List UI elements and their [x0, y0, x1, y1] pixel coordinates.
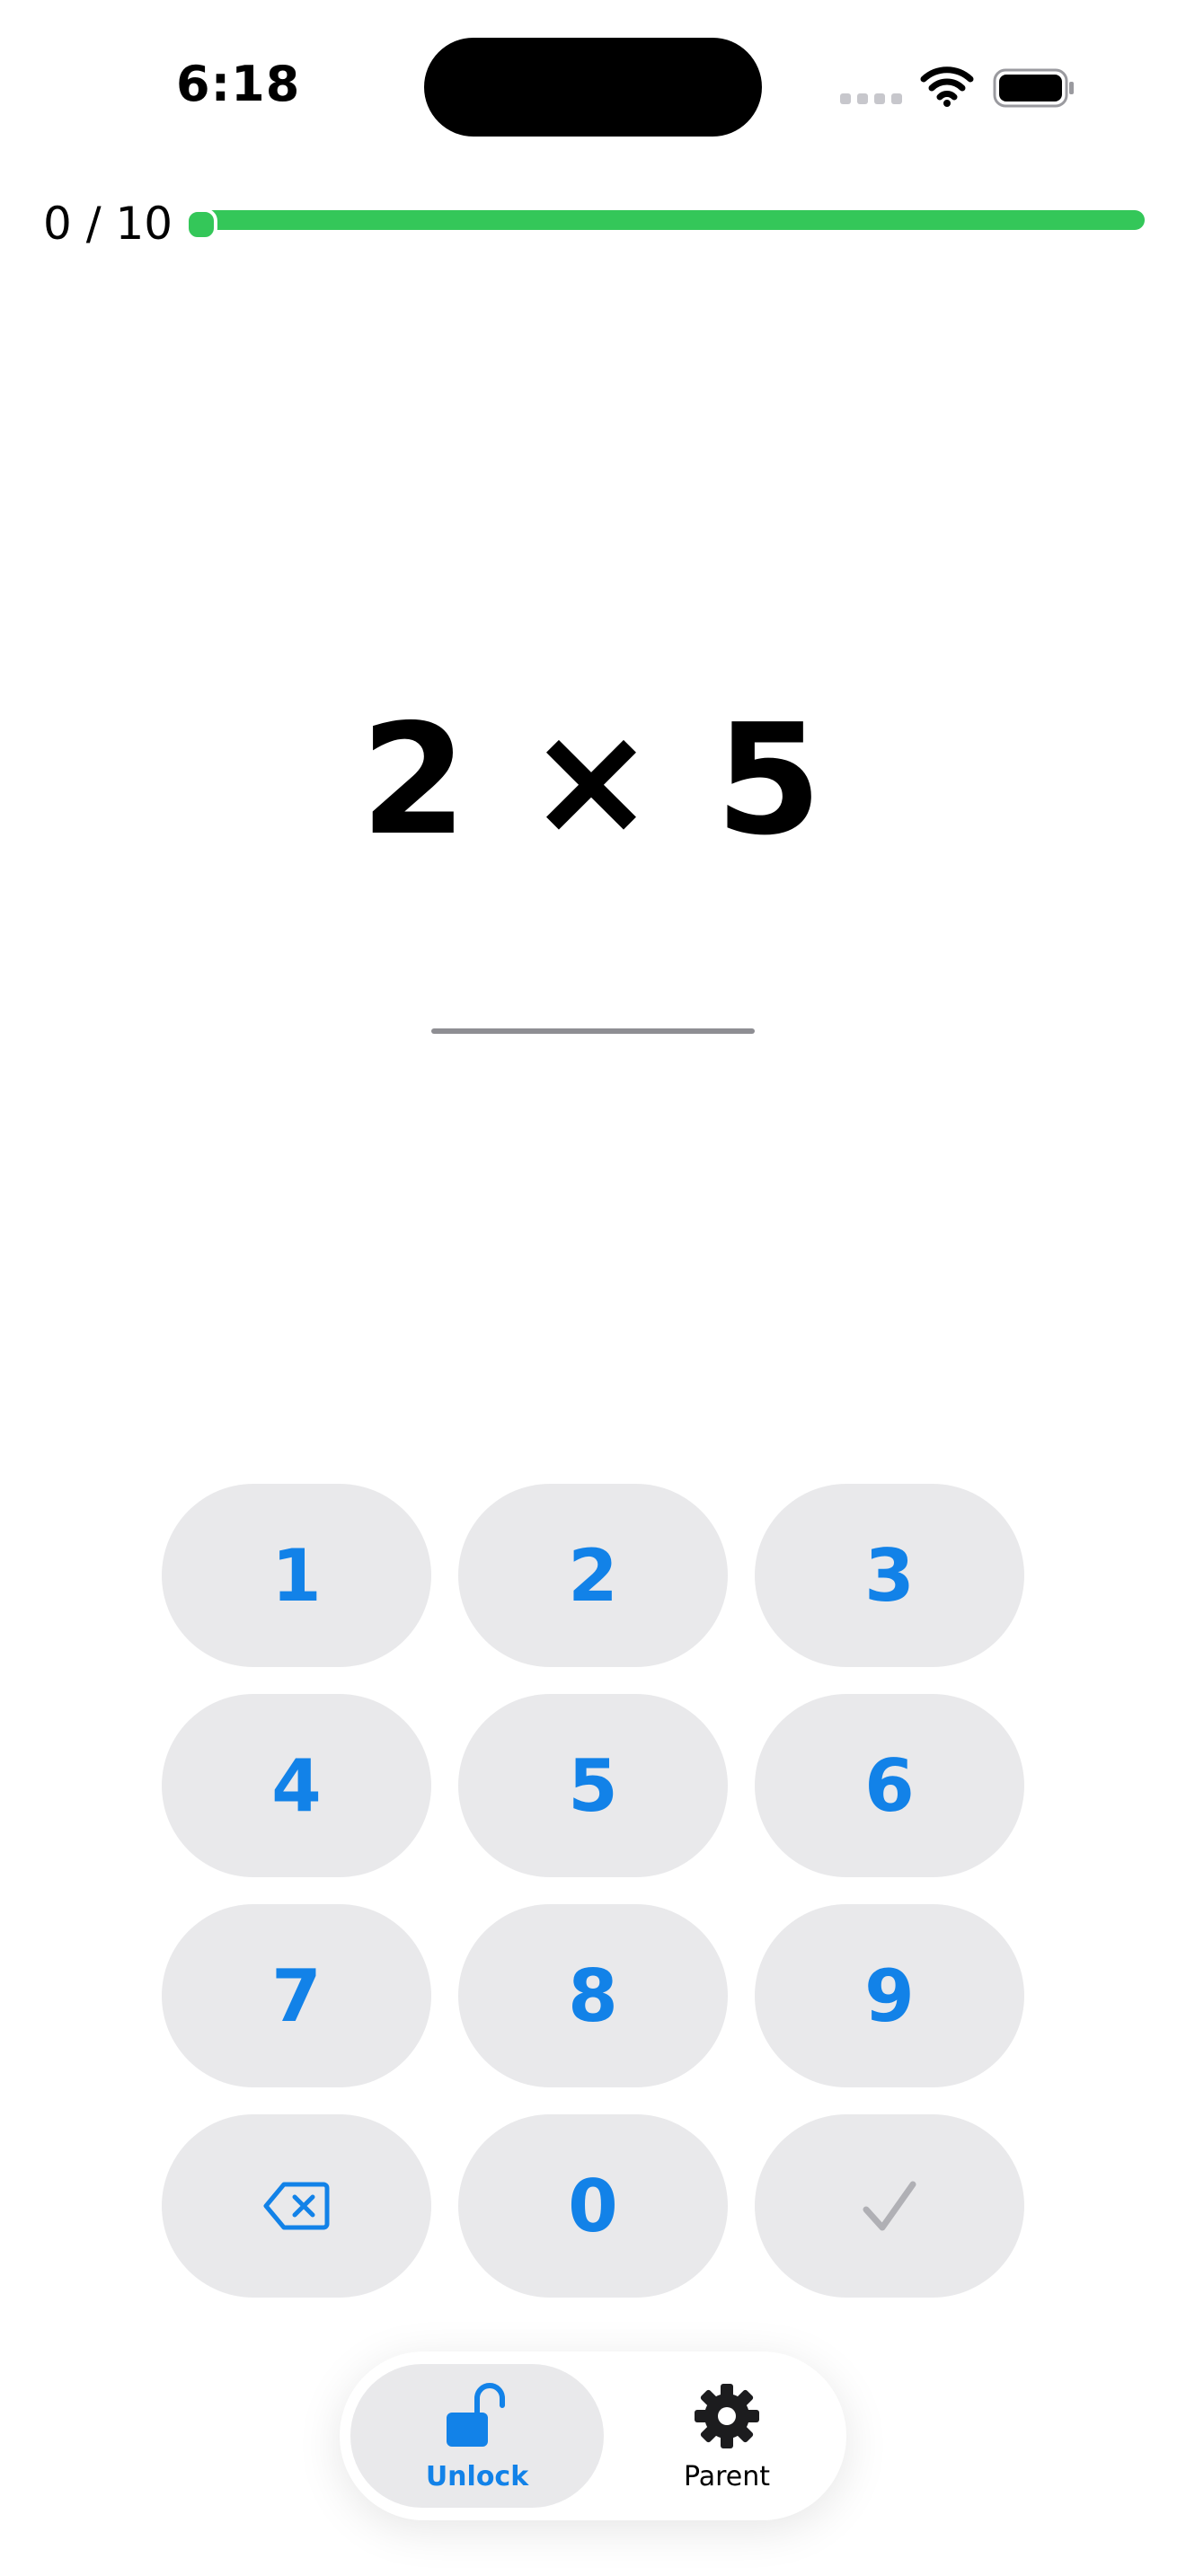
submit-button[interactable] — [755, 2114, 1024, 2298]
lock-open-icon — [447, 2383, 505, 2447]
cellular-signal-icon — [840, 93, 903, 106]
gear-icon — [695, 2384, 759, 2448]
math-question: 2 × 5 — [360, 692, 826, 869]
key-2[interactable]: 2 — [458, 1484, 728, 1667]
tab-parent-label: Parent — [683, 2461, 771, 2492]
progress-indicator — [185, 208, 217, 241]
tab-bar: Unlock Parent — [340, 2351, 846, 2520]
progress-bar — [194, 210, 1145, 230]
wifi-icon — [920, 66, 974, 107]
tab-parent[interactable]: Parent — [600, 2364, 854, 2508]
key-7[interactable]: 7 — [162, 1904, 431, 2087]
key-6[interactable]: 6 — [755, 1694, 1024, 1877]
key-5[interactable]: 5 — [458, 1694, 728, 1877]
checkmark-icon — [863, 2181, 916, 2231]
tab-unlock-label: Unlock — [425, 2461, 529, 2492]
status-time: 6:18 — [176, 56, 301, 112]
key-9[interactable]: 9 — [755, 1904, 1024, 2087]
key-0[interactable]: 0 — [458, 2114, 728, 2298]
answer-underline — [431, 1028, 755, 1034]
dynamic-island — [424, 38, 762, 137]
battery-icon — [993, 68, 1074, 108]
key-4[interactable]: 4 — [162, 1694, 431, 1877]
key-1[interactable]: 1 — [162, 1484, 431, 1667]
progress-label: 0 / 10 — [43, 198, 173, 250]
delete-left-icon — [263, 2182, 330, 2230]
key-8[interactable]: 8 — [458, 1904, 728, 2087]
tab-unlock[interactable]: Unlock — [350, 2364, 604, 2508]
delete-button[interactable] — [162, 2114, 431, 2298]
key-3[interactable]: 3 — [755, 1484, 1024, 1667]
